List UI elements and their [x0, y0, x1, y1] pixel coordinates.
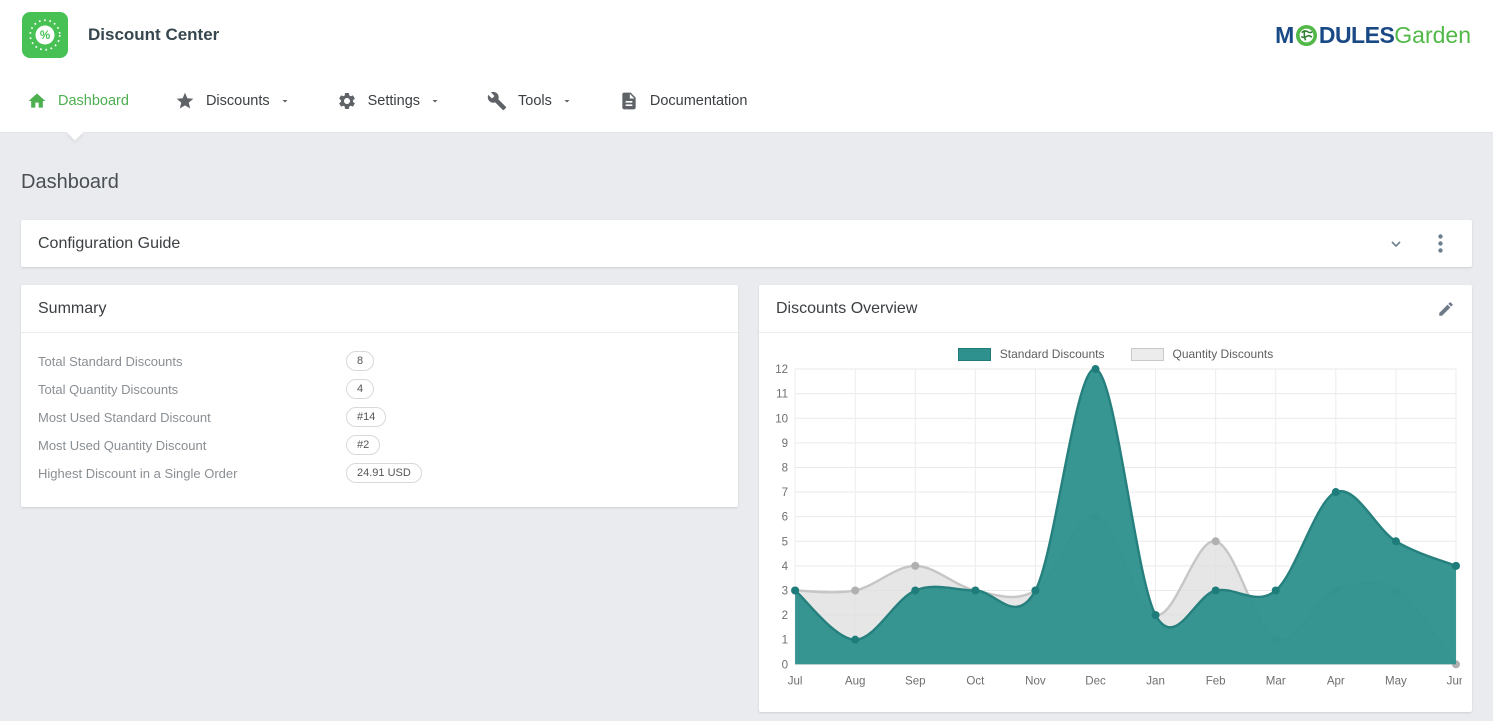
summary-row: Total Standard Discounts 8	[38, 347, 721, 375]
svg-text:Jul: Jul	[788, 675, 803, 687]
app-header: % Discount Center M DULES Garden	[0, 0, 1493, 70]
summary-label: Most Used Quantity Discount	[38, 438, 346, 453]
svg-text:5: 5	[782, 536, 788, 548]
svg-text:Jan: Jan	[1146, 675, 1165, 687]
discounts-area-chart: 0123456789101112JulAugSepOctNovDecJanFeb…	[769, 361, 1462, 704]
nav-label: Dashboard	[58, 93, 129, 109]
logo-text-garden: Garden	[1394, 24, 1471, 47]
page-heading: Dashboard	[21, 171, 1472, 194]
star-icon	[175, 91, 195, 111]
svg-text:Feb: Feb	[1206, 675, 1226, 687]
nav-label: Discounts	[206, 93, 270, 109]
summary-row: Most Used Quantity Discount #2	[38, 431, 721, 459]
content-area: Dashboard Configuration Guide Summary To…	[0, 171, 1493, 712]
legend-swatch-standard	[958, 348, 991, 361]
summary-value-badge: #2	[346, 435, 380, 455]
svg-text:2: 2	[782, 610, 788, 622]
nav-label: Settings	[368, 93, 420, 109]
kebab-menu-icon[interactable]	[1438, 234, 1443, 253]
gear-icon	[337, 91, 357, 111]
svg-text:6: 6	[782, 512, 788, 524]
legend-swatch-quantity	[1131, 348, 1164, 361]
document-icon	[619, 91, 639, 111]
svg-text:12: 12	[775, 364, 788, 376]
svg-text:9: 9	[782, 438, 788, 450]
legend-item-standard: Standard Discounts	[958, 347, 1105, 361]
edit-pencil-icon[interactable]	[1437, 300, 1455, 318]
svg-text:8: 8	[782, 462, 788, 474]
summary-card: Summary Total Standard Discounts 8 Total…	[21, 285, 738, 507]
svg-text:7: 7	[782, 487, 788, 499]
nav-label: Tools	[518, 93, 552, 109]
summary-title: Summary	[38, 300, 106, 318]
nav-item-settings[interactable]: Settings	[314, 70, 464, 132]
chevron-down-icon	[279, 95, 291, 107]
home-icon	[27, 91, 47, 111]
discount-badge-icon: %	[22, 12, 68, 58]
chevron-down-icon	[561, 95, 573, 107]
modulesgarden-logo[interactable]: M DULES Garden	[1275, 24, 1471, 47]
svg-text:Oct: Oct	[966, 675, 985, 687]
chevron-down-icon	[429, 95, 441, 107]
legend-item-quantity: Quantity Discounts	[1131, 347, 1274, 361]
logo-text-m: M	[1275, 24, 1294, 47]
nav-item-dashboard[interactable]: Dashboard	[4, 70, 152, 132]
summary-row: Highest Discount in a Single Order 24.91…	[38, 459, 721, 487]
svg-text:11: 11	[776, 389, 788, 401]
page-title: Discount Center	[88, 25, 219, 45]
svg-text:1: 1	[782, 635, 788, 647]
svg-text:Apr: Apr	[1327, 675, 1345, 687]
summary-value-badge: 4	[346, 379, 374, 399]
svg-text:4: 4	[782, 561, 789, 573]
svg-text:Jun: Jun	[1447, 675, 1462, 687]
svg-text:Dec: Dec	[1085, 675, 1106, 687]
svg-text:0: 0	[782, 659, 788, 671]
summary-value-badge: 24.91 USD	[346, 463, 422, 483]
svg-text:3: 3	[782, 586, 788, 598]
configuration-guide-title: Configuration Guide	[38, 235, 180, 253]
svg-text:Sep: Sep	[905, 675, 926, 687]
legend-label: Quantity Discounts	[1173, 347, 1274, 361]
legend-label: Standard Discounts	[1000, 347, 1105, 361]
svg-text:Nov: Nov	[1025, 675, 1046, 687]
main-nav: Dashboard Discounts Settings Tools Docum…	[0, 70, 1493, 133]
discounts-overview-title: Discounts Overview	[776, 300, 917, 318]
nav-item-discounts[interactable]: Discounts	[152, 70, 314, 132]
logo-text-dules: DULES	[1319, 24, 1394, 47]
nav-label: Documentation	[650, 93, 748, 109]
nav-item-documentation[interactable]: Documentation	[596, 70, 771, 132]
discounts-overview-card: Discounts Overview Standard Discounts Qu…	[759, 285, 1472, 712]
svg-text:May: May	[1385, 675, 1407, 687]
summary-row: Total Quantity Discounts 4	[38, 375, 721, 403]
svg-text:Mar: Mar	[1266, 675, 1286, 687]
globe-icon	[1295, 24, 1318, 47]
svg-text:%: %	[40, 29, 51, 42]
summary-label: Most Used Standard Discount	[38, 410, 346, 425]
summary-label: Highest Discount in a Single Order	[38, 466, 346, 481]
summary-row: Most Used Standard Discount #14	[38, 403, 721, 431]
svg-text:10: 10	[775, 413, 788, 425]
collapse-chevron-icon[interactable]	[1388, 236, 1404, 252]
summary-value-badge: 8	[346, 351, 374, 371]
summary-label: Total Quantity Discounts	[38, 382, 346, 397]
summary-label: Total Standard Discounts	[38, 354, 346, 369]
chart-legend: Standard Discounts Quantity Discounts	[769, 347, 1462, 361]
nav-item-tools[interactable]: Tools	[464, 70, 596, 132]
summary-value-badge: #14	[346, 407, 386, 427]
configuration-guide-panel: Configuration Guide	[21, 220, 1472, 267]
svg-text:Aug: Aug	[845, 675, 866, 687]
wrench-icon	[487, 91, 507, 111]
